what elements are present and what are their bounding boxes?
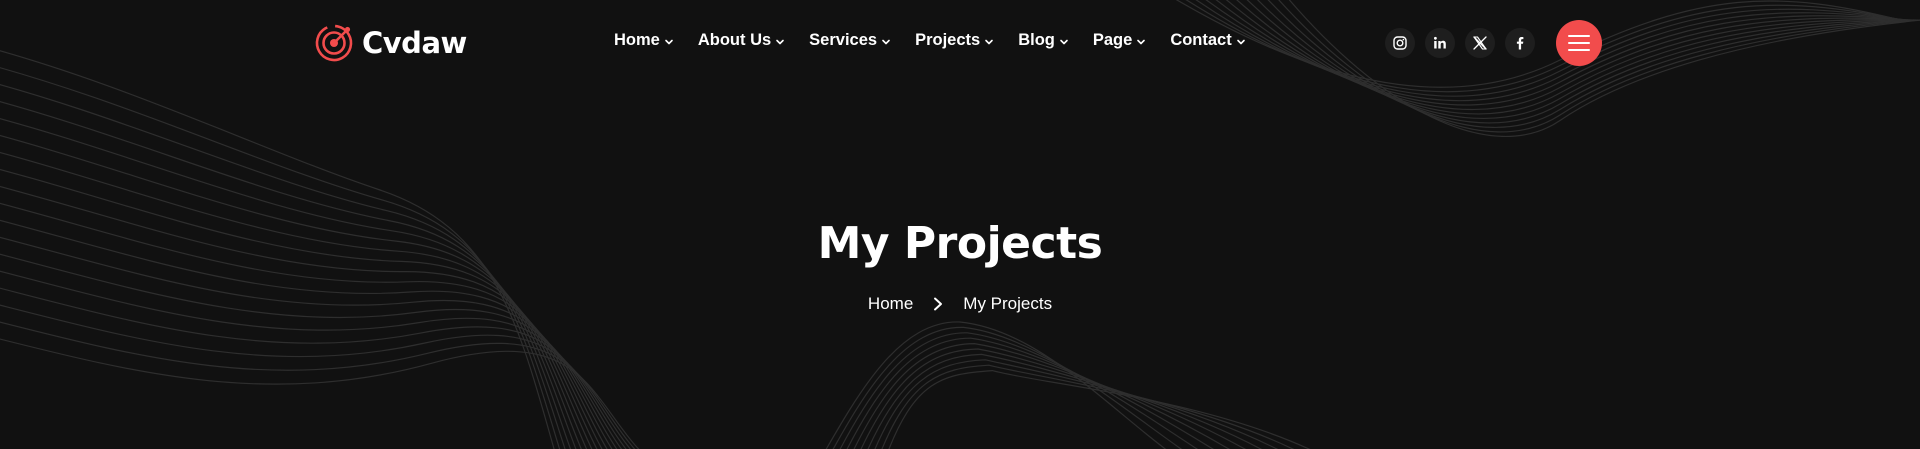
social-links (1385, 28, 1535, 58)
hamburger-menu-icon (1568, 35, 1590, 37)
page-title: My Projects (817, 218, 1103, 269)
breadcrumb-current: My Projects (963, 294, 1053, 313)
nav-item-label: Projects (915, 31, 981, 49)
nav-item-label: Services (809, 31, 878, 49)
linkedin-icon (1434, 36, 1446, 49)
x-twitter-icon (1473, 36, 1487, 50)
site-header: Cvdaw Home About Us Services Projects Bl… (0, 0, 1920, 86)
nav-item-label: Home (614, 31, 660, 49)
chevron-down-icon (1060, 39, 1068, 45)
brand-logo[interactable]: Cvdaw (314, 23, 467, 63)
chevron-down-icon (1236, 39, 1245, 45)
nav-item-services[interactable]: Services (809, 31, 891, 50)
nav-item-projects[interactable]: Projects (915, 31, 994, 50)
facebook-icon (1516, 37, 1524, 50)
nav-item-contact[interactable]: Contact (1170, 31, 1245, 50)
chevron-down-icon (985, 39, 994, 45)
nav-item-label: Blog (1018, 31, 1055, 49)
instagram-link[interactable] (1385, 28, 1415, 58)
brand-name: Cvdaw (362, 26, 467, 60)
nav-item-blog[interactable]: Blog (1018, 31, 1069, 50)
chevron-down-icon (1137, 39, 1146, 45)
instagram-icon (1393, 36, 1407, 50)
hamburger-bar (1568, 49, 1590, 51)
nav-item-about-us[interactable]: About Us (698, 31, 785, 50)
nav-item-label: Contact (1170, 31, 1232, 49)
facebook-link[interactable] (1505, 28, 1535, 58)
nav-item-home[interactable]: Home (614, 31, 674, 50)
chevron-down-icon (665, 39, 673, 45)
breadcrumb: Home My Projects (0, 294, 1920, 314)
nav-item-page[interactable]: Page (1093, 31, 1146, 50)
x-twitter-link[interactable] (1465, 28, 1495, 58)
chevron-right-icon (934, 297, 943, 311)
hamburger-bar (1568, 42, 1590, 44)
nav-item-label: Page (1092, 31, 1133, 49)
linkedin-link[interactable] (1425, 28, 1455, 58)
chevron-down-icon (882, 39, 890, 45)
main-navigation: Home About Us Services Projects Blog Pag… (614, 31, 1246, 50)
chevron-down-icon (776, 39, 784, 45)
nav-item-label: About Us (697, 31, 772, 49)
hamburger-menu-button[interactable] (1556, 20, 1602, 66)
breadcrumb-home-link[interactable]: Home (868, 294, 913, 314)
target-icon (315, 24, 353, 62)
